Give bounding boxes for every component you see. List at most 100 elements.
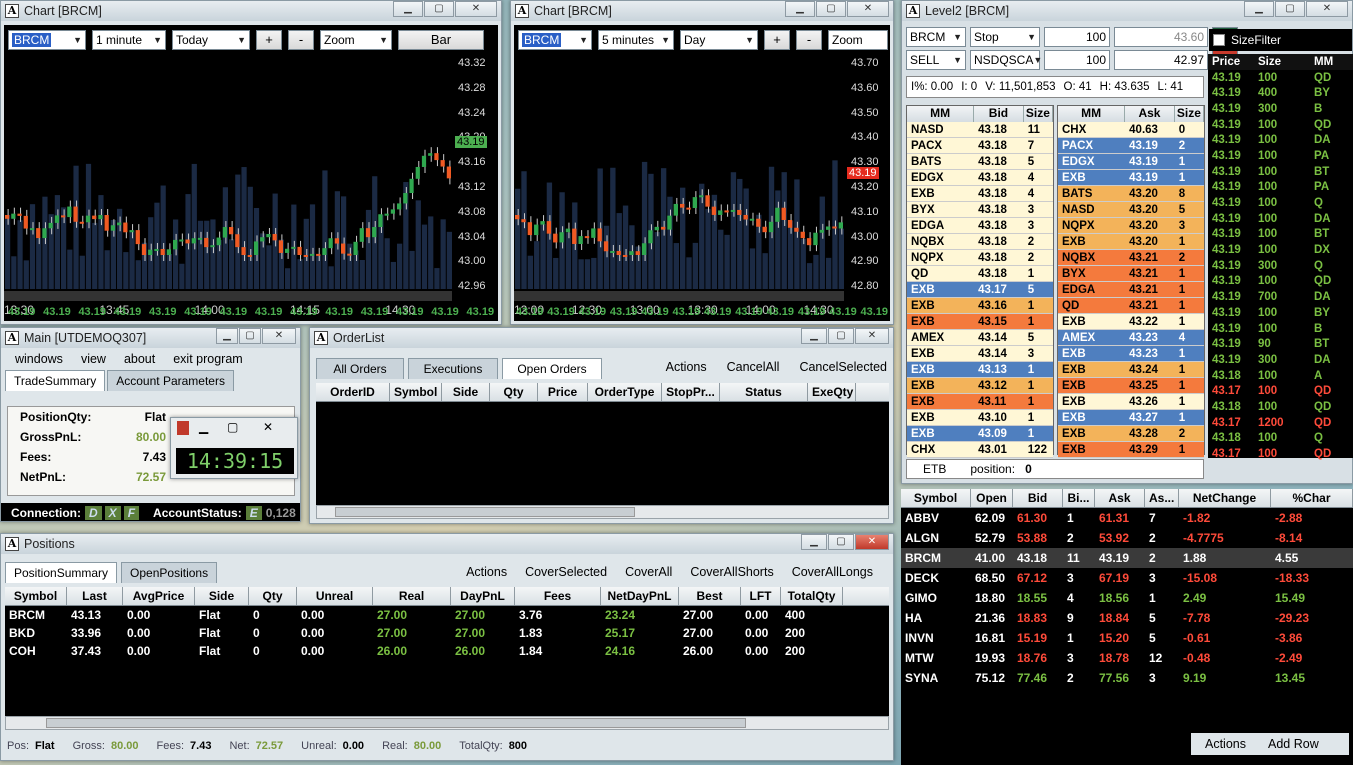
watch-header-cell[interactable]: As... xyxy=(1145,489,1179,507)
chart-2-titlebar[interactable]: A Chart [BRCM] ▁ ▢ ✕ xyxy=(511,1,893,21)
menu-item-windows[interactable]: windows xyxy=(15,352,63,366)
minimize-icon[interactable]: ▁ xyxy=(801,328,827,344)
symbol-select[interactable]: BRCM ▼ xyxy=(8,30,86,50)
main-titlebar[interactable]: A Main [UTDEMOQ307] ▁ ▢ ✕ xyxy=(1,328,300,348)
book-row[interactable]: EXB 43.15 1 xyxy=(907,314,1053,330)
book-row[interactable]: NQBX 43.21 2 xyxy=(1058,250,1204,266)
tab-tradesummary[interactable]: TradeSummary xyxy=(5,370,106,391)
watch-header-cell[interactable]: Open xyxy=(971,489,1013,507)
close-icon[interactable]: ✕ xyxy=(855,328,889,344)
range-select[interactable]: Day ▼ xyxy=(680,30,758,50)
positions-header-cell[interactable]: LFT xyxy=(741,587,781,605)
book-row[interactable]: EDGX 43.19 1 xyxy=(1058,154,1204,170)
book-row[interactable]: CHX 43.01 122 xyxy=(907,442,1053,458)
order-type-select[interactable]: Stop ▼ xyxy=(970,27,1040,47)
watch-row[interactable]: GIMO 18.80 18.55 4 18.56 1 2.49 15.49 xyxy=(901,588,1353,608)
route-select[interactable]: NSDQSCA ▼ xyxy=(970,50,1042,70)
side-select[interactable]: SELL ▼ xyxy=(906,50,966,70)
positions-header-cell[interactable]: NetDayPnL xyxy=(601,587,679,605)
positions-header-cell[interactable]: Qty xyxy=(249,587,297,605)
positions-header-cell[interactable]: Symbol xyxy=(5,587,67,605)
watch-header-cell[interactable]: Ask xyxy=(1095,489,1145,507)
horizontal-scrollbar[interactable] xyxy=(5,716,889,730)
book-row[interactable]: NASD 43.18 11 xyxy=(907,122,1053,138)
tab-openpositions[interactable]: OpenPositions xyxy=(121,562,218,583)
menu-item-view[interactable]: view xyxy=(81,352,106,366)
book-row[interactable]: BATS 43.20 8 xyxy=(1058,186,1204,202)
positions-header-cell[interactable]: Last xyxy=(67,587,123,605)
price-stepper[interactable]: 43.60 xyxy=(1114,27,1208,47)
positions-action-coverallshorts[interactable]: CoverAllShorts xyxy=(690,565,773,579)
tab-all-orders[interactable]: All Orders xyxy=(316,358,404,379)
book-row[interactable]: CHX 40.63 0 xyxy=(1058,122,1204,138)
quantity-stepper-2[interactable]: 100 xyxy=(1044,50,1110,70)
watch-row[interactable]: HA 21.36 18.83 9 18.84 5 -7.78 -29.23 xyxy=(901,608,1353,628)
order-header-cell[interactable]: Price xyxy=(538,383,588,401)
range-select[interactable]: Today ▼ xyxy=(172,30,250,50)
maximize-icon[interactable]: ▢ xyxy=(1275,1,1305,17)
book-row[interactable]: AMEX 43.23 4 xyxy=(1058,330,1204,346)
tab-executions[interactable]: Executions xyxy=(408,358,498,379)
candlestick-plot[interactable] xyxy=(4,55,452,303)
maximize-icon[interactable]: ▢ xyxy=(239,328,261,344)
book-row[interactable]: NQPX 43.18 2 xyxy=(907,250,1053,266)
orderlist-action-cancelall[interactable]: CancelAll xyxy=(727,360,780,374)
watch-actions-button[interactable]: Actions xyxy=(1205,737,1246,751)
minimize-icon[interactable]: ▁ xyxy=(785,1,815,17)
order-header-cell[interactable]: Side xyxy=(442,383,490,401)
watch-row[interactable]: INVN 16.81 15.19 1 15.20 5 -0.61 -3.86 xyxy=(901,628,1353,648)
close-icon[interactable]: ✕ xyxy=(855,534,889,550)
order-header-cell[interactable]: Symbol xyxy=(390,383,442,401)
price-stepper-2[interactable]: 42.97 xyxy=(1114,50,1208,70)
positions-action-coverall[interactable]: CoverAll xyxy=(625,565,672,579)
watch-row[interactable]: SYNA 75.12 77.46 2 77.56 3 9.19 13.45 xyxy=(901,668,1353,688)
book-row[interactable]: EXB 43.25 1 xyxy=(1058,378,1204,394)
book-row[interactable]: EXB 43.28 2 xyxy=(1058,426,1204,442)
close-icon[interactable]: ✕ xyxy=(262,328,296,344)
positions-header-cell[interactable]: DayPnL xyxy=(451,587,515,605)
interval-select[interactable]: 5 minutes ▼ xyxy=(598,30,674,50)
watch-header-cell[interactable]: Symbol xyxy=(901,489,971,507)
maximize-icon[interactable]: ▢ xyxy=(828,328,854,344)
positions-header-cell[interactable]: Best xyxy=(679,587,741,605)
watch-header-cell[interactable]: %Char xyxy=(1271,489,1353,507)
watch-header-cell[interactable]: Bid xyxy=(1013,489,1063,507)
horizontal-scrollbar[interactable] xyxy=(316,505,889,519)
book-row[interactable]: EXB 43.22 1 xyxy=(1058,314,1204,330)
symbol-select[interactable]: BRCM ▼ xyxy=(518,30,592,50)
chart-1-titlebar[interactable]: A Chart [BRCM] ▁ ▢ ✕ xyxy=(1,1,501,21)
book-row[interactable]: EXB 43.10 1 xyxy=(907,410,1053,426)
book-row[interactable]: EDGA 43.21 1 xyxy=(1058,282,1204,298)
book-row[interactable]: BATS 43.18 5 xyxy=(907,154,1053,170)
orderlist-action-cancelselected[interactable]: CancelSelected xyxy=(799,360,887,374)
book-row[interactable]: NASD 43.20 5 xyxy=(1058,202,1204,218)
clock-titlebar[interactable]: ▁ ▢ ✕ xyxy=(171,418,297,438)
positions-action-actions[interactable]: Actions xyxy=(466,565,507,579)
chart-scrollbar[interactable] xyxy=(514,291,844,301)
order-header-cell[interactable]: Status xyxy=(720,383,808,401)
close-icon[interactable]: ✕ xyxy=(847,1,889,17)
order-header-cell[interactable]: Qty xyxy=(490,383,538,401)
close-icon[interactable]: ✕ xyxy=(1306,1,1348,17)
positions-titlebar[interactable]: A Positions ▁ ▢ ✕ xyxy=(1,534,893,554)
zoom-in-button[interactable]: + xyxy=(764,30,790,50)
book-row[interactable]: EXB 43.26 1 xyxy=(1058,394,1204,410)
maximize-icon[interactable]: ▢ xyxy=(227,420,238,434)
watch-header-cell[interactable]: Bi... xyxy=(1063,489,1095,507)
book-row[interactable]: EXB 43.19 1 xyxy=(1058,170,1204,186)
zoom-in-button[interactable]: + xyxy=(256,30,282,50)
maximize-icon[interactable]: ▢ xyxy=(828,534,854,550)
book-row[interactable]: BYX 43.21 1 xyxy=(1058,266,1204,282)
order-header-cell[interactable]: ExeQty xyxy=(808,383,856,401)
position-row[interactable]: COH 37.43 0.00 Flat 0 0.00 26.00 26.00 1.84 24.16… xyxy=(5,642,889,660)
add-row-button[interactable]: Add Row xyxy=(1268,737,1319,751)
book-row[interactable]: EXB 43.27 1 xyxy=(1058,410,1204,426)
bar-type-button[interactable]: Bar xyxy=(398,30,484,50)
position-row[interactable]: BRCM 43.13 0.00 Flat 0 0.00 27.00 27.00 3.76 23.2… xyxy=(5,606,889,624)
book-row[interactable]: EXB 43.17 5 xyxy=(907,282,1053,298)
book-row[interactable]: EXB 43.13 1 xyxy=(907,362,1053,378)
chart-scrollbar[interactable] xyxy=(4,291,452,301)
book-row[interactable]: EXB 43.24 1 xyxy=(1058,362,1204,378)
quantity-stepper[interactable]: 100 xyxy=(1044,27,1110,47)
orderlist-action-actions[interactable]: Actions xyxy=(666,360,707,374)
